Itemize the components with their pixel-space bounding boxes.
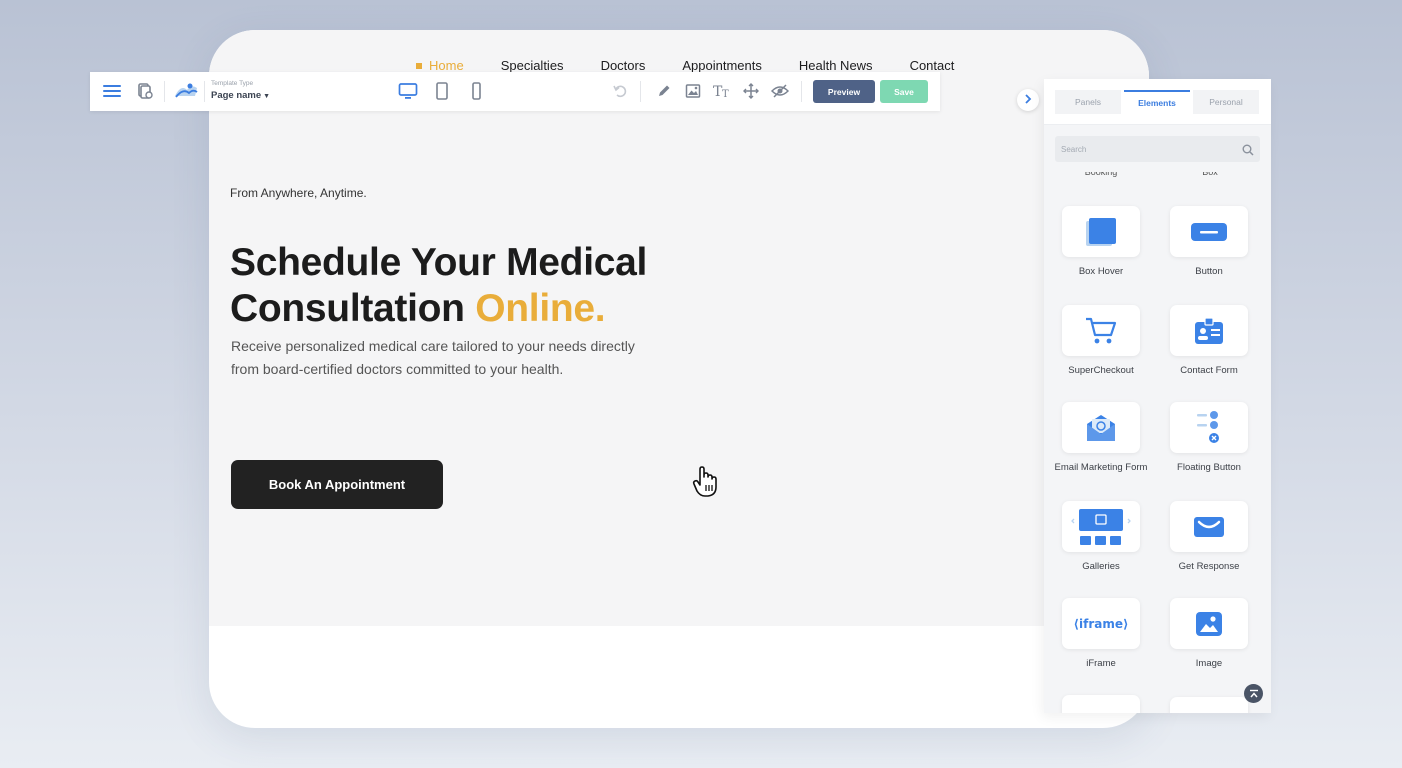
- element-contact-form[interactable]: Contact Form: [1161, 305, 1257, 378]
- visibility-icon[interactable]: [770, 81, 790, 101]
- element-label-cut: Box: [1202, 172, 1218, 177]
- element-placeholder-box: [1062, 695, 1140, 713]
- nav-specialties[interactable]: Specialties: [501, 58, 564, 73]
- element-label: Box Hover: [1078, 266, 1124, 277]
- element-search-input[interactable]: [1055, 136, 1260, 162]
- element-label: Email Marketing Form: [1054, 462, 1148, 473]
- tablet-view-icon[interactable]: [432, 81, 452, 101]
- element-supercheckout[interactable]: SuperCheckout: [1053, 305, 1149, 378]
- hero-subtext: Receive personalized medical care tailor…: [231, 338, 635, 377]
- get-response-icon: [1170, 501, 1248, 552]
- template-type-label: Template Type: [211, 80, 254, 87]
- galleries-icon: [1062, 501, 1140, 552]
- typography-icon[interactable]: TT: [712, 81, 732, 101]
- page-name-dropdown[interactable]: Page name ▼: [211, 89, 271, 101]
- element-label: SuperCheckout: [1068, 365, 1134, 376]
- undo-icon[interactable]: [610, 81, 630, 101]
- chevron-down-icon: ▼: [263, 92, 271, 100]
- panel-tabs: Panels Elements Personal: [1044, 79, 1271, 125]
- image-icon: [1170, 598, 1248, 649]
- search-icon[interactable]: [1242, 143, 1254, 156]
- contact-form-icon: [1170, 305, 1248, 356]
- email-marketing-icon: [1062, 402, 1140, 453]
- element-button[interactable]: Button: [1161, 206, 1257, 279]
- element-box-hover[interactable]: Box Hover: [1053, 206, 1149, 279]
- element-label: Get Response: [1178, 561, 1240, 572]
- brand-logo-icon: [172, 81, 200, 101]
- tab-personal[interactable]: Personal: [1193, 90, 1259, 114]
- scroll-to-top-icon[interactable]: [1244, 684, 1263, 703]
- page-canvas: Home Specialties Doctors Appointments He…: [209, 30, 1149, 728]
- box-hover-icon: [1062, 206, 1140, 257]
- element-partial[interactable]: [1053, 695, 1149, 713]
- svg-text:T: T: [722, 89, 729, 99]
- headline-accent: Online.: [475, 287, 606, 330]
- panel-collapse-toggle[interactable]: [1017, 89, 1039, 111]
- element-label: iFrame: [1086, 658, 1116, 669]
- save-button[interactable]: Save: [880, 80, 928, 103]
- element-image[interactable]: Image: [1161, 598, 1257, 671]
- toolbar-divider: [801, 81, 802, 102]
- floating-button-icon: [1170, 402, 1248, 453]
- mobile-view-icon[interactable]: [466, 81, 486, 101]
- element-label: Image: [1195, 658, 1223, 669]
- toolbar-divider: [164, 81, 165, 102]
- nav-appointments[interactable]: Appointments: [682, 58, 762, 73]
- template-type-selector[interactable]: Template Type Page name ▼: [211, 80, 271, 101]
- element-placeholder-box: [1170, 697, 1248, 713]
- elements-panel: Panels Elements Personal Booking Box Box…: [1044, 79, 1271, 713]
- book-appointment-button[interactable]: Book An Appointment: [231, 460, 443, 509]
- elements-grid[interactable]: Booking Box Box Hover Button SuperChecko…: [1044, 172, 1271, 713]
- pages-settings-icon[interactable]: [135, 81, 155, 101]
- element-galleries[interactable]: Galleries: [1053, 501, 1149, 574]
- element-get-response[interactable]: Get Response: [1161, 501, 1257, 574]
- element-label-cut: Booking: [1084, 172, 1118, 177]
- element-label: Button: [1195, 266, 1223, 277]
- headline-line-1: Schedule Your Medical: [230, 241, 648, 284]
- element-partial[interactable]: [1161, 697, 1257, 713]
- element-iframe[interactable]: ⟨iframe⟩ iFrame: [1053, 598, 1149, 671]
- element-label: Floating Button: [1177, 462, 1241, 473]
- hero-tagline: From Anywhere, Anytime.: [230, 186, 367, 200]
- tab-elements[interactable]: Elements: [1124, 90, 1190, 114]
- page-name-value: Page name: [211, 89, 262, 101]
- hero-headline: Schedule Your Medical Consultation Onlin…: [230, 240, 710, 332]
- hamburger-menu-icon[interactable]: [102, 81, 122, 101]
- toolbar-divider: [640, 81, 641, 102]
- toolbar-divider: [204, 81, 205, 102]
- element-label: Contact Form: [1180, 365, 1238, 376]
- tab-panels[interactable]: Panels: [1055, 90, 1121, 114]
- move-icon[interactable]: [741, 81, 761, 101]
- cart-icon: [1062, 305, 1140, 356]
- hand-cursor-icon: [691, 465, 721, 499]
- element-email-marketing-form[interactable]: Email Marketing Form: [1053, 402, 1149, 475]
- chevron-right-icon: [1024, 91, 1032, 109]
- headline-line-2: Consultation: [230, 287, 476, 330]
- nav-doctors[interactable]: Doctors: [601, 58, 646, 73]
- nav-contact[interactable]: Contact: [910, 58, 955, 73]
- button-icon: [1170, 206, 1248, 257]
- element-label: Galleries: [1082, 561, 1120, 572]
- iframe-icon: ⟨iframe⟩: [1062, 598, 1140, 649]
- element-floating-button[interactable]: Floating Button: [1161, 402, 1257, 475]
- preview-button[interactable]: Preview: [813, 80, 875, 103]
- desktop-view-icon[interactable]: [398, 81, 418, 101]
- site-nav: Home Specialties Doctors Appointments He…: [416, 58, 991, 73]
- nav-health-news[interactable]: Health News: [799, 58, 873, 73]
- hero-section[interactable]: Home Specialties Doctors Appointments He…: [209, 30, 1149, 626]
- image-insert-icon[interactable]: [683, 81, 703, 101]
- iframe-icon-text: iframe: [1079, 616, 1123, 631]
- pencil-icon[interactable]: [654, 81, 674, 101]
- editor-toolbar: Template Type Page name ▼ TT Preview Save: [90, 72, 940, 111]
- nav-home[interactable]: Home: [416, 58, 464, 73]
